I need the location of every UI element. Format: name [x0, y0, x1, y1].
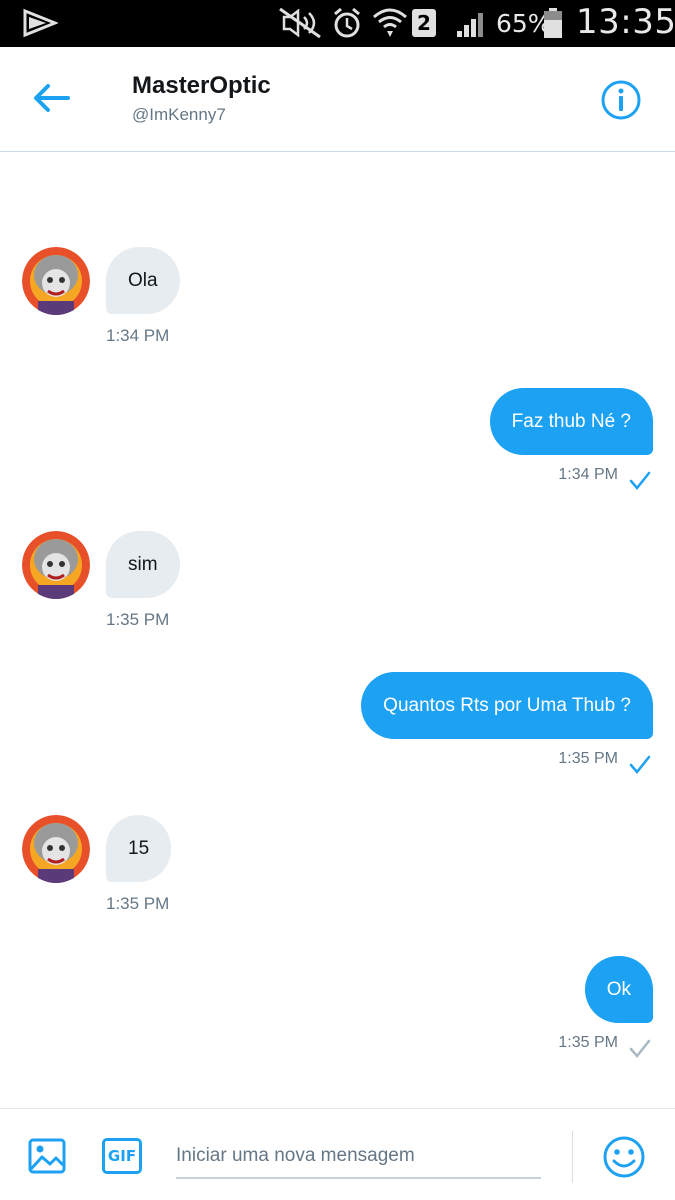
alarm-icon: [334, 7, 360, 38]
composer-divider: [572, 1131, 573, 1183]
message-bubble-outgoing[interactable]: Faz thub Né ?: [489, 388, 653, 455]
message-timestamp: 1:35 PM: [558, 750, 618, 767]
avatar-image: [22, 247, 90, 315]
avatar[interactable]: [22, 815, 90, 883]
avatar-image: [22, 531, 90, 599]
conversation-handle: @ImKenny7: [132, 105, 226, 124]
battery-icon: [544, 8, 562, 38]
arrow-left-icon[interactable]: [30, 81, 72, 115]
message-timestamp: 1:34 PM: [106, 326, 170, 345]
sim-icon: 2: [412, 9, 436, 37]
avatar[interactable]: [22, 247, 90, 315]
status-bar: 2 65% 13:35: [0, 0, 675, 47]
emoji-icon[interactable]: [602, 1135, 646, 1179]
message-timestamp: 1:35 PM: [106, 894, 170, 913]
message-timestamp: 1:35 PM: [558, 1034, 618, 1051]
message-composer: GIF: [0, 1108, 675, 1200]
message-bubble-outgoing[interactable]: Ok: [584, 956, 653, 1023]
status-clock: 13:35: [576, 2, 675, 42]
wifi-icon: [373, 8, 407, 37]
play-icon: [23, 8, 58, 38]
gif-button[interactable]: GIF: [102, 1138, 142, 1174]
message-input[interactable]: [176, 1135, 541, 1179]
message-timestamp: 1:35 PM: [106, 610, 170, 629]
message-bubble-incoming[interactable]: Ola: [106, 247, 180, 314]
mute-icon: [279, 7, 321, 39]
avatar[interactable]: [22, 531, 90, 599]
sent-check-icon: [629, 1039, 651, 1058]
read-check-icon: [629, 471, 651, 490]
signal-icon: [457, 13, 483, 37]
info-icon[interactable]: [600, 79, 642, 121]
conversation-header: MasterOptic @ImKenny7: [0, 47, 675, 152]
message-timestamp: 1:34 PM: [558, 466, 618, 483]
message-bubble-incoming[interactable]: 15: [106, 815, 172, 882]
image-icon[interactable]: [28, 1137, 66, 1175]
message-bubble-outgoing[interactable]: Quantos Rts por Uma Thub ?: [361, 672, 653, 739]
avatar-image: [22, 815, 90, 883]
read-check-icon: [629, 755, 651, 774]
conversation-title: MasterOptic: [132, 72, 271, 99]
message-bubble-incoming[interactable]: sim: [106, 531, 180, 598]
